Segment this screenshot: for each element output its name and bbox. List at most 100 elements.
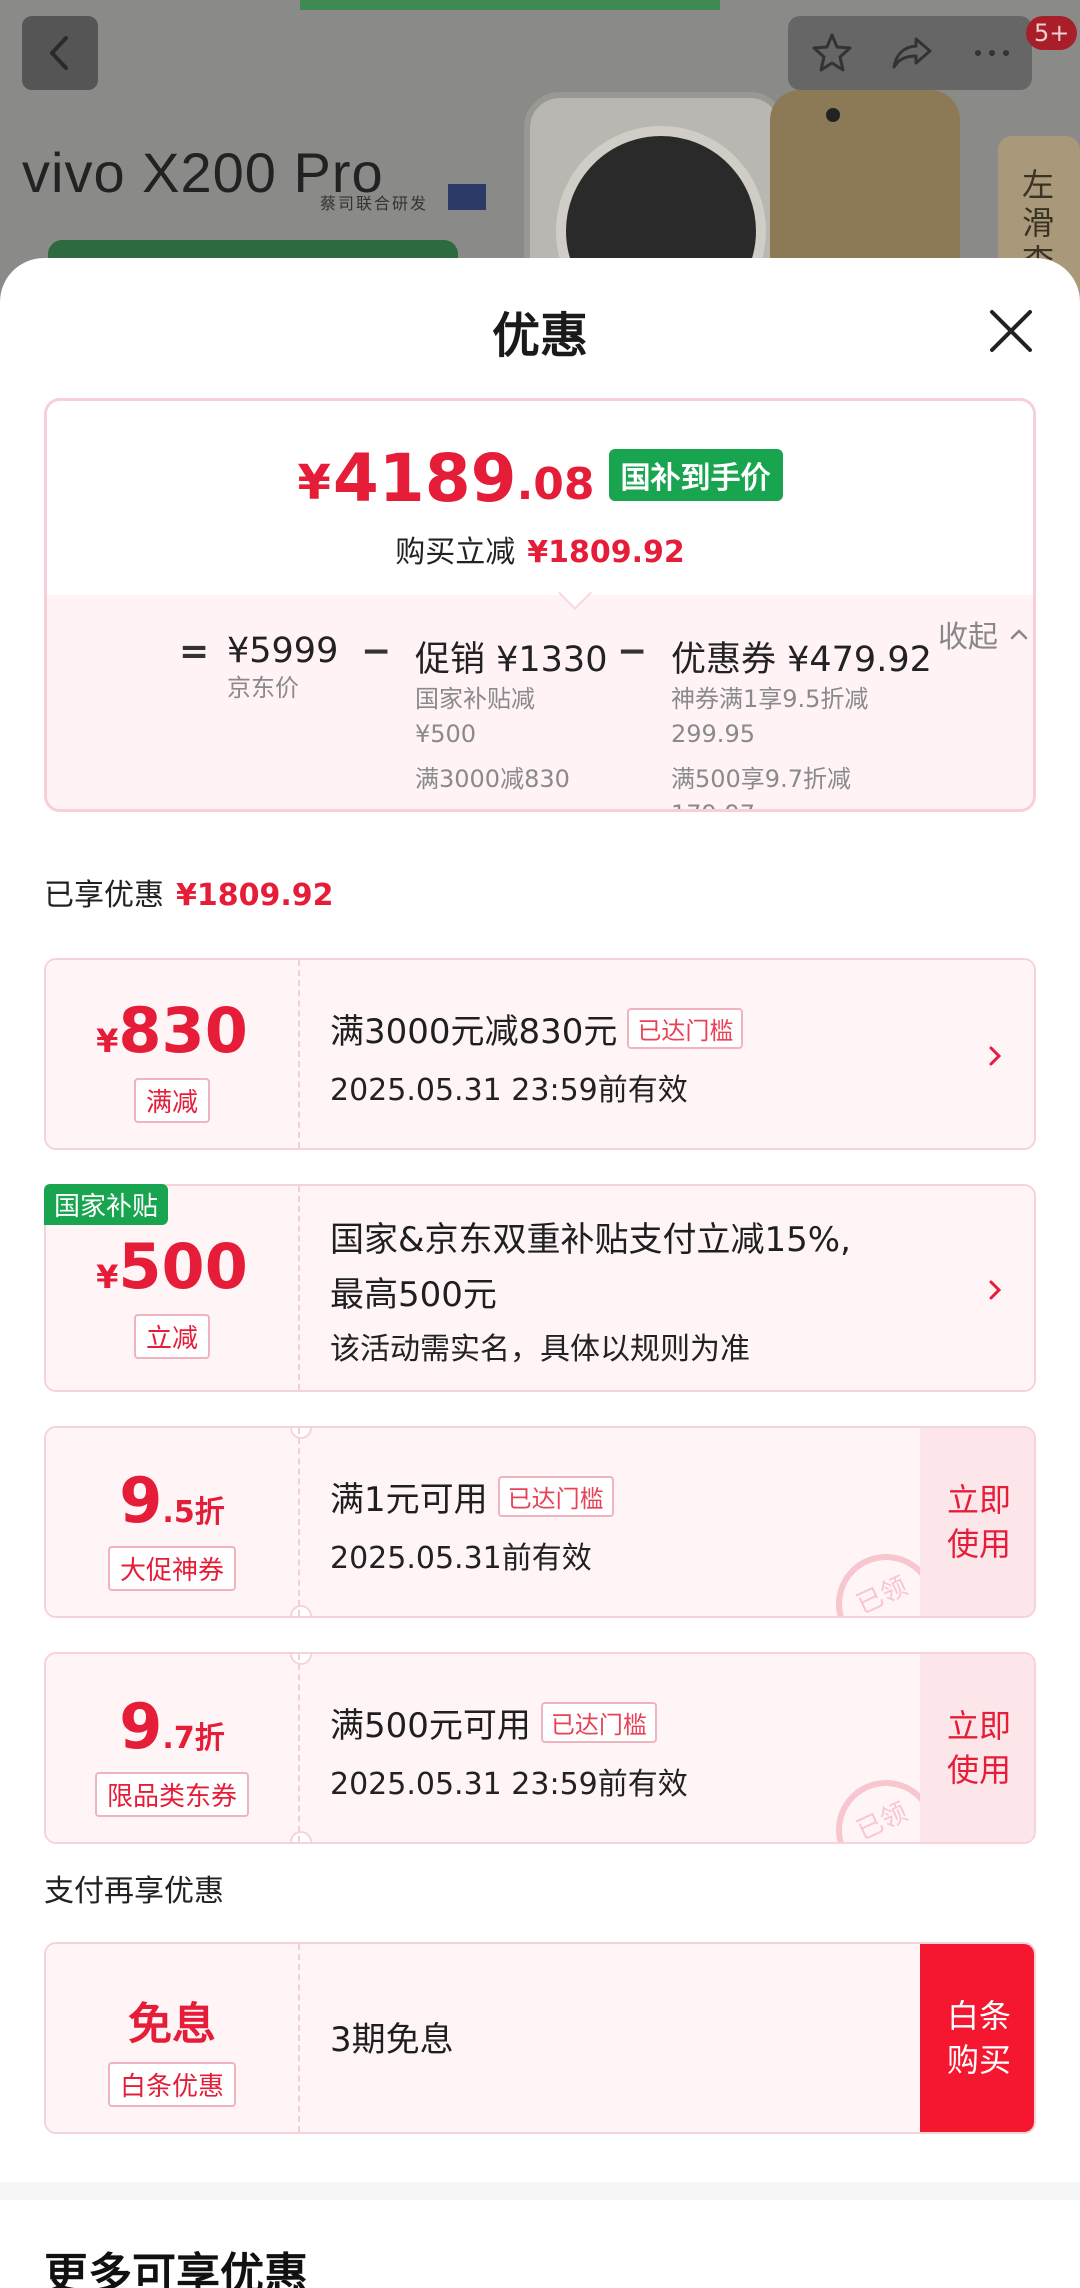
minus-sign: − xyxy=(617,631,648,672)
interest-free-label: 免息 xyxy=(128,1999,216,2050)
coupon-currency: ¥ xyxy=(96,1022,119,1060)
enjoyed-discount-header: 已享优惠 ¥1809.92 xyxy=(44,870,334,914)
favorite-button[interactable] xyxy=(792,16,872,90)
more-dots-icon xyxy=(975,50,1009,56)
coupon-card-big-promo: 9.5折 大促神券 满1元可用 已达门槛 2025.05.31前有效 已领 立即使… xyxy=(44,1426,1036,1618)
zeiss-logo xyxy=(448,184,486,210)
coupon-title: 国家&京东双重补贴支付立减15%, xyxy=(330,1220,851,1260)
back-button[interactable] xyxy=(22,16,98,90)
payment-discount-header: 支付再享优惠 xyxy=(44,1874,224,1909)
coupon-title: 满1元可用 xyxy=(330,1480,488,1520)
coupon-currency: ¥ xyxy=(96,1258,119,1296)
discount-integer: 9 xyxy=(119,1464,163,1537)
top-banner-strip xyxy=(300,0,720,10)
promo-note: 满3000减830 xyxy=(415,765,570,793)
payment-offer-card: 免息 白条优惠 3期免息 白条购买 xyxy=(44,1942,1036,2134)
coupon-validity: 2025.05.31 23:59前有效 xyxy=(330,1767,688,1802)
coupon-title-line: 满3000元减830元 已达门槛 xyxy=(330,1004,744,1053)
coupon-amount: ¥500 xyxy=(46,1230,298,1303)
coupon-title: 满3000元减830元 xyxy=(330,1012,618,1052)
instant-discount-label: 购买立减 xyxy=(395,535,516,570)
coupon-type-tag: 限品类东券 xyxy=(94,1772,250,1817)
close-button[interactable] xyxy=(980,300,1042,362)
message-count-badge: 5+ xyxy=(1026,16,1078,50)
calc-jd-price: ¥5999 京东价 xyxy=(227,631,338,706)
discount-integer: 9 xyxy=(119,1690,163,1763)
price-decimal: .08 xyxy=(516,459,595,510)
share-button[interactable] xyxy=(872,16,952,90)
coupon-body: 国家&京东双重补贴支付立减15%, 最高500元 该活动需实名，具体以规则为准 xyxy=(330,1212,851,1368)
collapse-label: 收起 xyxy=(938,620,998,655)
coupon-note: 179.97 xyxy=(671,797,932,809)
section-divider xyxy=(0,2182,1080,2200)
discount-decimal: .5折 xyxy=(162,1495,225,1530)
coupon-amount-panel: ¥830 满减 xyxy=(46,960,300,1148)
calc-minus-2: − xyxy=(617,631,647,672)
threshold-reached-badge: 已达门槛 xyxy=(627,1008,744,1049)
coupon-title-line: 满500元可用 已达门槛 xyxy=(330,1698,688,1747)
coupon-note: 299.95 xyxy=(671,720,755,748)
enjoyed-discount-value: ¥1809.92 xyxy=(176,878,334,913)
coupon-amount-value: 500 xyxy=(118,1230,248,1303)
minus-sign: − xyxy=(361,631,392,672)
coupon-discount: 9.5折 xyxy=(46,1464,298,1537)
coupon-title: 满500元可用 xyxy=(330,1706,531,1746)
price-currency: ¥ xyxy=(297,455,331,511)
national-subsidy-corner-tag: 国家补贴 xyxy=(44,1184,169,1225)
coupon-card-national-subsidy[interactable]: ¥500 立减 国家&京东双重补贴支付立减15%, 最高500元 该活动需实名，… xyxy=(44,1184,1036,1392)
baitiao-buy-button[interactable]: 白条购买 xyxy=(920,1944,1034,2132)
coupon-card-category: 9.7折 限品类东券 满500元可用 已达门槛 2025.05.31 23:59前… xyxy=(44,1652,1036,1844)
equals-sign: = xyxy=(179,631,210,672)
threshold-reached-badge: 已达门槛 xyxy=(497,1476,614,1517)
use-now-label: 立即使用 xyxy=(946,1481,1011,1563)
chevron-up-icon xyxy=(1010,629,1028,640)
coupon-type-tag: 满减 xyxy=(133,1078,211,1123)
enjoyed-discount-label: 已享优惠 xyxy=(44,878,164,913)
coupon-validity: 2025.05.31 23:59前有效 xyxy=(330,1073,688,1108)
coupon-total: 优惠券 ¥479.92 xyxy=(671,640,932,680)
product-page-background: 5+ vivo X200 Pro 蔡司联合研发 左滑查 xyxy=(0,0,1080,300)
coupon-amount-panel: 9.7折 限品类东券 xyxy=(46,1654,300,1842)
use-now-button[interactable]: 立即使用 xyxy=(920,1654,1034,1842)
coupon-amount-value: 830 xyxy=(118,994,248,1067)
front-camera-dot xyxy=(826,108,840,122)
calc-minus-1: − xyxy=(361,631,391,672)
coupon-note: 该活动需实名，具体以规则为准 xyxy=(330,1332,750,1367)
coupon-card-full-reduction[interactable]: ¥830 满减 满3000元减830元 已达门槛 2025.05.31 23:59… xyxy=(44,958,1036,1150)
price-summary-card: ¥ 4189 .08 国补到手价 购买立减 ¥1809.92 = ¥5999 京东… xyxy=(44,398,1036,812)
payment-offer-panel: 免息 白条优惠 xyxy=(46,1944,300,2132)
calc-coupon: 优惠券 ¥479.92 神券满1享9.5折减 299.95 满500享9.7折减… xyxy=(671,631,932,809)
sheet-title: 优惠 xyxy=(491,308,588,364)
coupon-validity: 2025.05.31前有效 xyxy=(330,1541,592,1576)
calc-promo: 促销 ¥1330 国家补贴减 ¥500 满3000减830 xyxy=(415,631,607,797)
coupon-body: 满3000元减830元 已达门槛 2025.05.31 23:59前有效 xyxy=(330,1004,744,1109)
subsidy-price-tag: 国补到手价 xyxy=(608,449,783,501)
instant-discount-line: 购买立减 ¥1809.92 xyxy=(47,527,1033,571)
payment-type-tag: 白条优惠 xyxy=(107,2062,237,2107)
coupon-body: 满1元可用 已达门槛 2025.05.31前有效 xyxy=(330,1472,614,1577)
payment-offer-body: 3期免息 xyxy=(330,2012,454,2061)
final-price: ¥ 4189 .08 国补到手价 xyxy=(47,443,1033,515)
use-now-label: 立即使用 xyxy=(946,1707,1011,1789)
chevron-right-icon xyxy=(989,1280,1002,1300)
star-icon xyxy=(812,33,852,72)
coupon-note: 神券满1享9.5折减 xyxy=(671,685,869,713)
instant-discount-value: ¥1809.92 xyxy=(527,535,685,570)
back-arrow-icon xyxy=(50,36,68,70)
more-button[interactable] xyxy=(952,16,1032,90)
promo-note: 国家补贴减 xyxy=(415,685,535,713)
top-actions xyxy=(788,16,1032,90)
collapse-button[interactable]: 收起 xyxy=(938,612,1034,656)
discount-sheet: 优惠 ¥ 4189 .08 国补到手价 购买立减 ¥1809.92 = ¥5999… xyxy=(0,258,1080,2288)
coupon-body: 满500元可用 已达门槛 2025.05.31 23:59前有效 xyxy=(330,1698,688,1803)
coupon-title-line: 满1元可用 已达门槛 xyxy=(330,1472,614,1521)
coupon-type-tag: 大促神券 xyxy=(107,1546,237,1591)
coupon-note: 满500享9.7折减 xyxy=(671,765,851,793)
price-integer: 4189 xyxy=(332,440,517,517)
coupon-type-tag: 立减 xyxy=(133,1314,211,1359)
jd-price-value: ¥5999 xyxy=(227,631,339,671)
promo-note: ¥500 xyxy=(415,720,477,748)
use-now-button[interactable]: 立即使用 xyxy=(920,1428,1034,1616)
chevron-right-icon xyxy=(989,1046,1002,1066)
share-icon xyxy=(892,37,932,69)
